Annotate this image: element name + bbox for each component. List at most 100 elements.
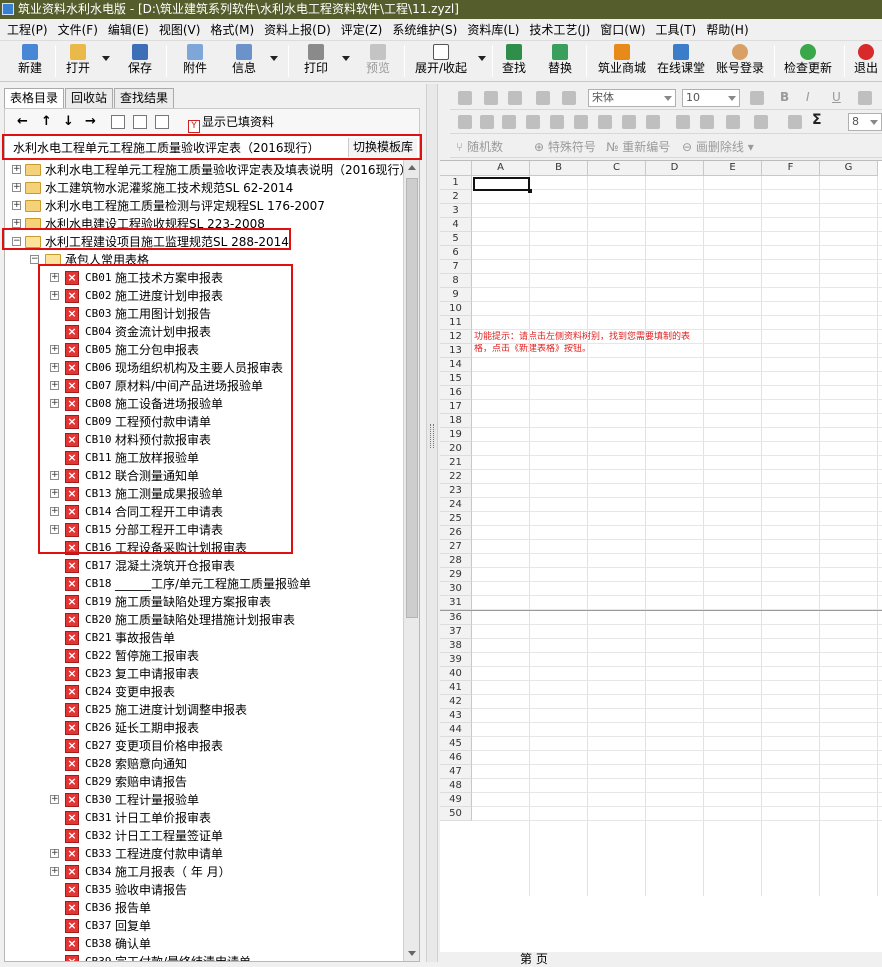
row-header[interactable]: 44 (440, 723, 472, 737)
menu-library[interactable]: 资料库(L) (462, 21, 524, 38)
tree-expander-icon[interactable]: + (50, 849, 59, 858)
form-item[interactable]: × CB28 索赔意向通知 (5, 755, 403, 773)
form-item[interactable]: × CB27 变更项目价格申报表 (5, 737, 403, 755)
menu-tools[interactable]: 工具(T) (651, 21, 702, 38)
online-class-button[interactable]: 在线课堂 (654, 43, 708, 79)
sum-button[interactable]: Σ (812, 112, 822, 128)
arrow-down-icon[interactable]: ↓ (63, 114, 74, 129)
new-button[interactable]: 新建 (8, 43, 52, 79)
tree-expander-icon[interactable]: + (50, 291, 59, 300)
form-item[interactable]: × CB24 变更申报表 (5, 683, 403, 701)
form-item[interactable]: × CB10 材料预付款报审表 (5, 431, 403, 449)
wrap-icon[interactable] (502, 115, 516, 129)
print-button[interactable]: 打印 (296, 43, 336, 79)
row-header[interactable]: 26 (440, 526, 472, 540)
info-dropdown-icon[interactable] (270, 56, 278, 61)
row-header[interactable]: 45 (440, 737, 472, 751)
copy-sheet-icon[interactable] (133, 115, 147, 129)
form-item[interactable]: + × CB05 施工分包申报表 (5, 341, 403, 359)
tree-expander-icon[interactable]: + (50, 273, 59, 282)
row-header[interactable]: 28 (440, 554, 472, 568)
form-item[interactable]: + × CB30 工程计量报验单 (5, 791, 403, 809)
sheet-tab[interactable]: 第 页 (520, 950, 548, 967)
expand-collapse-button[interactable]: 展开/收起 (410, 43, 472, 79)
template-selector[interactable]: 水利水电工程单元工程施工质量验收评定表（2016现行） 切换模板库 (4, 135, 420, 159)
menu-technique[interactable]: 技术工艺(J) (524, 21, 595, 38)
menu-project[interactable]: 工程(P) (2, 21, 53, 38)
form-item[interactable]: + × CB01 施工技术方案申报表 (5, 269, 403, 287)
row-header[interactable]: 10 (440, 302, 472, 316)
add-sheet-icon[interactable] (111, 115, 125, 129)
calc-icon[interactable] (788, 115, 802, 129)
menu-system[interactable]: 系统维护(S) (387, 21, 462, 38)
print-dropdown-icon[interactable] (342, 56, 350, 61)
show-filled-toggle[interactable]: Y 显示已填资料 (188, 113, 274, 133)
row-header[interactable]: 30 (440, 582, 472, 596)
column-header[interactable]: C (588, 161, 646, 176)
row-header[interactable]: 17 (440, 400, 472, 414)
row-header[interactable]: 5 (440, 232, 472, 246)
row-header[interactable]: 11 (440, 316, 472, 330)
row-header[interactable]: 41 (440, 681, 472, 695)
bold-button[interactable]: B (780, 90, 789, 104)
form-item[interactable]: × CB16 工程设备采购计划报审表 (5, 539, 403, 557)
zoom-select[interactable]: 8 (848, 113, 882, 131)
row-header[interactable]: 25 (440, 512, 472, 526)
form-item[interactable]: × CB19 施工质量缺陷处理方案报审表 (5, 593, 403, 611)
line-spacing-icon[interactable] (676, 115, 690, 129)
row-header[interactable]: 27 (440, 540, 472, 554)
tree-expander-icon[interactable]: + (50, 363, 59, 372)
form-item[interactable]: × CB22 暂停施工报审表 (5, 647, 403, 665)
expand-dropdown-icon[interactable] (478, 56, 486, 61)
clear-format-icon[interactable] (726, 115, 740, 129)
column-header[interactable]: F (762, 161, 820, 176)
renumber-button[interactable]: № 重新编号 (606, 138, 670, 155)
row-header[interactable]: 7 (440, 260, 472, 274)
form-item[interactable]: × CB09 工程预付款申请单 (5, 413, 403, 431)
row-header[interactable]: 1 (440, 176, 472, 190)
rows-icon[interactable] (550, 115, 564, 129)
tree-group[interactable]: − 承包人常用表格 (5, 251, 403, 269)
menu-file[interactable]: 文件(F) (53, 21, 103, 38)
indent-icon[interactable] (700, 115, 714, 129)
switch-template-button[interactable]: 切换模板库 (347, 138, 417, 157)
spreadsheet-grid[interactable]: 功能提示：请点击左侧资料树别，找到您需要填制的表格，点击《新建表格》按钮。 AB… (440, 160, 882, 952)
merge-icon[interactable] (480, 115, 494, 129)
menu-edit[interactable]: 编辑(E) (103, 21, 154, 38)
row-header[interactable]: 13 (440, 344, 472, 358)
row-header[interactable]: 50 (440, 807, 472, 821)
row-header[interactable]: 18 (440, 414, 472, 428)
row-header[interactable]: 42 (440, 695, 472, 709)
tree-folder[interactable]: + 水利水电建设工程验收规程SL 223-2008 (5, 215, 403, 233)
column-header[interactable]: G (820, 161, 878, 176)
row-header[interactable]: 37 (440, 625, 472, 639)
form-item[interactable]: × CB17 混凝土浇筑开仓报审表 (5, 557, 403, 575)
form-item[interactable]: × CB38 确认单 (5, 935, 403, 953)
tree-folder[interactable]: + 水工建筑物水泥灌浆施工技术规范SL 62-2014 (5, 179, 403, 197)
tree-folder[interactable]: + 水利水电工程施工质量检测与评定规程SL 176-2007 (5, 197, 403, 215)
row-header[interactable]: 16 (440, 386, 472, 400)
row-header[interactable]: 21 (440, 456, 472, 470)
tree-expander-icon[interactable]: + (50, 489, 59, 498)
menu-window[interactable]: 窗口(W) (595, 21, 650, 38)
form-item[interactable]: + × CB07 原材料/中间产品进场报验单 (5, 377, 403, 395)
tree-folder[interactable]: + 水利水电工程单元工程施工质量验收评定表及填表说明（2016现行） (5, 161, 412, 179)
row-header[interactable]: 4 (440, 218, 472, 232)
form-item[interactable]: + × CB08 施工设备进场报验单 (5, 395, 403, 413)
row-header[interactable]: 14 (440, 358, 472, 372)
form-item[interactable]: × CB39 完工付款/最终结清申请单 (5, 953, 403, 961)
form-item[interactable]: × CB31 计日工单价报审表 (5, 809, 403, 827)
active-cell[interactable] (473, 177, 532, 193)
tree-expander-icon[interactable]: − (30, 255, 39, 264)
form-item[interactable]: × CB25 施工进度计划调整申报表 (5, 701, 403, 719)
menu-format[interactable]: 格式(M) (205, 21, 259, 38)
open-button[interactable]: 打开 (60, 43, 96, 79)
row-header[interactable]: 38 (440, 639, 472, 653)
arrow-right-icon[interactable]: → (85, 114, 96, 129)
tree-expander-icon[interactable]: + (12, 201, 21, 210)
form-item[interactable]: + × CB12 联合测量通知单 (5, 467, 403, 485)
row-header[interactable]: 39 (440, 653, 472, 667)
form-item[interactable]: × CB21 事故报告单 (5, 629, 403, 647)
image-icon[interactable] (754, 115, 768, 129)
row-header[interactable]: 40 (440, 667, 472, 681)
